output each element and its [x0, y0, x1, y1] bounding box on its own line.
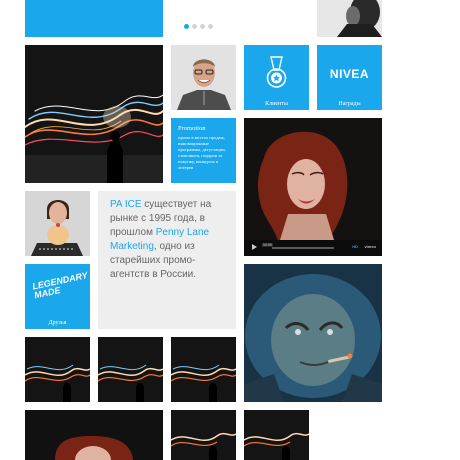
- woman-balloon-illustration: [25, 191, 90, 256]
- light-thumb-2[interactable]: [98, 337, 163, 402]
- slider-dot-3[interactable]: [200, 24, 205, 29]
- play-icon[interactable]: [252, 244, 257, 250]
- man-portrait-illustration: [171, 45, 236, 110]
- woman-balloon-photo[interactable]: [25, 191, 90, 256]
- slider-dot-4[interactable]: [208, 24, 213, 29]
- nivea-logo: NIVEA: [329, 67, 370, 81]
- light-thumb-illustration: [98, 337, 163, 402]
- game-character-illustration: [244, 264, 382, 402]
- vimeo-logo[interactable]: vimeo: [364, 244, 376, 249]
- slider-dot-2[interactable]: [192, 24, 197, 29]
- brand-link[interactable]: PA ICE: [110, 199, 142, 210]
- light-installation-photo[interactable]: [25, 45, 163, 183]
- promotion-description: промо в местах продаж, инновационные про…: [178, 135, 226, 170]
- light-thumb-illustration: [171, 410, 236, 460]
- hd-badge[interactable]: HD: [352, 244, 358, 249]
- legendary-made-logo: LEGENDARY MADE: [31, 270, 89, 301]
- light-thumb-5[interactable]: [244, 410, 309, 460]
- top-banner-tile[interactable]: [25, 0, 163, 37]
- light-thumb-illustration: [25, 337, 90, 402]
- clients-tile[interactable]: Клиенты: [244, 45, 309, 110]
- video-controls: 00:09 HD vimeo: [244, 240, 382, 256]
- man-portrait-photo[interactable]: [171, 45, 236, 110]
- clients-label: Клиенты: [265, 101, 288, 107]
- game-character-photo[interactable]: [244, 264, 382, 402]
- video-progress-track[interactable]: [272, 247, 334, 249]
- video-frame-illustration: [244, 118, 382, 256]
- slider-area: [171, 0, 309, 37]
- video-player[interactable]: 00:09 HD vimeo: [244, 118, 382, 256]
- awards-label: Награды: [338, 101, 361, 107]
- about-text: PA ICE существует на рынке с 1995 года, …: [110, 198, 230, 282]
- slider-dot-1[interactable]: [184, 24, 189, 29]
- light-thumb-illustration: [171, 337, 236, 402]
- friends-tile[interactable]: LEGENDARY MADE Друзья: [25, 264, 90, 329]
- portrait-photo-top-right[interactable]: [317, 0, 382, 37]
- light-thumb-illustration: [244, 410, 309, 460]
- portrait-illustration: [317, 0, 382, 37]
- woman-portrait-photo-bottom[interactable]: [25, 410, 163, 460]
- friends-label: Друзья: [48, 320, 67, 326]
- woman-portrait-bottom-illustration: [25, 410, 163, 460]
- light-installation-illustration: [25, 45, 163, 183]
- awards-tile[interactable]: NIVEA Награды: [317, 45, 382, 110]
- light-thumb-4[interactable]: [171, 410, 236, 460]
- promotion-tile[interactable]: Promotion промо в местах продаж, инновац…: [171, 118, 236, 183]
- slider-dots: [184, 24, 213, 29]
- light-thumb-3[interactable]: [171, 337, 236, 402]
- promotion-title: Promotion: [178, 125, 206, 132]
- light-thumb-1[interactable]: [25, 337, 90, 402]
